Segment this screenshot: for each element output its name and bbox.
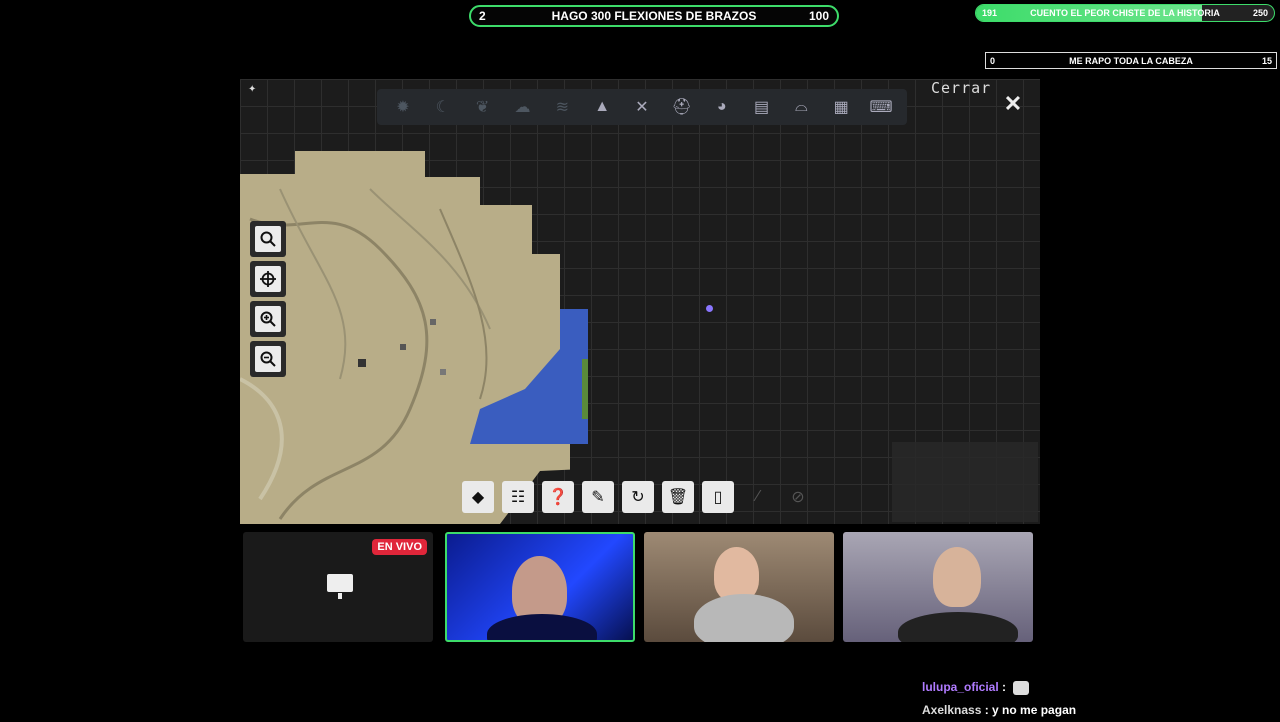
screen-share-tile: EN VIVO <box>243 532 433 642</box>
search-button[interactable] <box>250 221 286 257</box>
save-icon[interactable]: ▤ <box>750 95 774 119</box>
palette-icon[interactable]: ✎ <box>582 481 614 513</box>
brush-icon: ⁄ <box>756 488 760 505</box>
goal-bar-top-right: 191 CUENTO EL PEOR CHISTE DE LA HISTORIA… <box>975 4 1275 22</box>
mountain-icon[interactable]: ▲ <box>590 95 614 119</box>
document-icon[interactable]: ▯ <box>702 481 734 513</box>
zoom-in-button[interactable] <box>250 301 286 337</box>
crosshair-icon <box>255 266 281 292</box>
chat-username: Axelknass <box>922 703 982 717</box>
goal-bar-main: 2 HAGO 300 FLEXIONES DE BRAZOS 100 <box>469 5 839 27</box>
sun-icon[interactable]: ✹ <box>391 95 415 119</box>
help-icon[interactable]: ❓ <box>542 481 574 513</box>
search-icon <box>255 226 281 252</box>
chat-overlay: lulupa_oficial : Axelknass : y no me pag… <box>922 676 1076 722</box>
refresh-icon[interactable]: ↻ <box>622 481 654 513</box>
leaf-icon[interactable]: ❦ <box>471 95 495 119</box>
map-logo-icon: ✦ <box>248 84 257 95</box>
chat-username: lulupa_oficial <box>922 680 999 694</box>
chat-text: : y no me pagan <box>984 703 1077 717</box>
zoom-out-button[interactable] <box>250 341 286 377</box>
creature-icon[interactable]: ◕ <box>710 95 734 119</box>
webcam-tile-2 <box>644 532 834 642</box>
zoom-out-icon <box>255 346 281 372</box>
cloud-icon[interactable]: ☁ <box>510 95 534 119</box>
live-badge: EN VIVO <box>372 539 427 555</box>
zoom-in-icon <box>255 306 281 332</box>
chat-message: lulupa_oficial : <box>922 676 1076 699</box>
goal-end: 250 <box>1252 8 1268 18</box>
helmet-icon[interactable]: ⛑ <box>670 95 694 119</box>
grid-icon[interactable]: ▦ <box>829 95 853 119</box>
map-bottom-toolbar: ◆ ☷ ❓ ✎ ↻ 🗑 ▯ ⁄ ⊘ <box>462 478 814 516</box>
goal-title: HAGO 300 FLEXIONES DE BRAZOS <box>551 9 757 23</box>
map-layer-toolbar: ✹ ☾ ❦ ☁ ≋ ▲ ✕ ⛑ ◕ ▤ ⌓ ▦ ⌨ <box>377 89 907 125</box>
goal-start: 2 <box>479 9 486 23</box>
moon-icon[interactable]: ☾ <box>431 95 455 119</box>
webcam-tile-3 <box>843 532 1033 642</box>
bridge-icon[interactable]: ⌓ <box>789 95 813 119</box>
sliders-icon[interactable]: ☷ <box>502 481 534 513</box>
map-window[interactable]: ✦ ✹ ☾ ❦ ☁ ≋ ▲ ✕ ⛑ ◕ ▤ ⌓ ▦ ⌨ Cerrar ✕ ◆ ☷… <box>240 79 1040 524</box>
layers-icon[interactable]: ≋ <box>550 95 574 119</box>
disabled-icon: ⊘ <box>791 489 805 506</box>
webcam-tile-1 <box>445 532 635 642</box>
goal-bar-small: 0 ME RAPO TODA LA CABEZA 15 <box>985 52 1277 69</box>
close-icon[interactable]: ✕ <box>1002 93 1024 115</box>
player-marker <box>706 305 713 312</box>
waypoint-icon[interactable]: ◆ <box>462 481 494 513</box>
goal-title: CUENTO EL PEOR CHISTE DE LA HISTORIA <box>1030 8 1220 18</box>
emote-icon <box>1013 680 1030 695</box>
goal-title: ME RAPO TODA LA CABEZA <box>1069 55 1193 66</box>
map-zoom-tools <box>250 221 286 377</box>
map-legend-panel <box>892 442 1038 522</box>
close-label[interactable]: Cerrar <box>931 79 991 97</box>
chat-message: Axelknass : y no me pagan <box>922 699 1076 722</box>
monitor-icon <box>327 574 353 599</box>
keyboard-icon[interactable]: ⌨ <box>869 95 893 119</box>
chat-text: : <box>1002 680 1007 694</box>
trash-icon[interactable]: 🗑 <box>662 481 694 513</box>
cross-icon[interactable]: ✕ <box>630 95 654 119</box>
water-area <box>470 309 588 444</box>
goal-end: 100 <box>808 9 829 23</box>
center-button[interactable] <box>250 261 286 297</box>
